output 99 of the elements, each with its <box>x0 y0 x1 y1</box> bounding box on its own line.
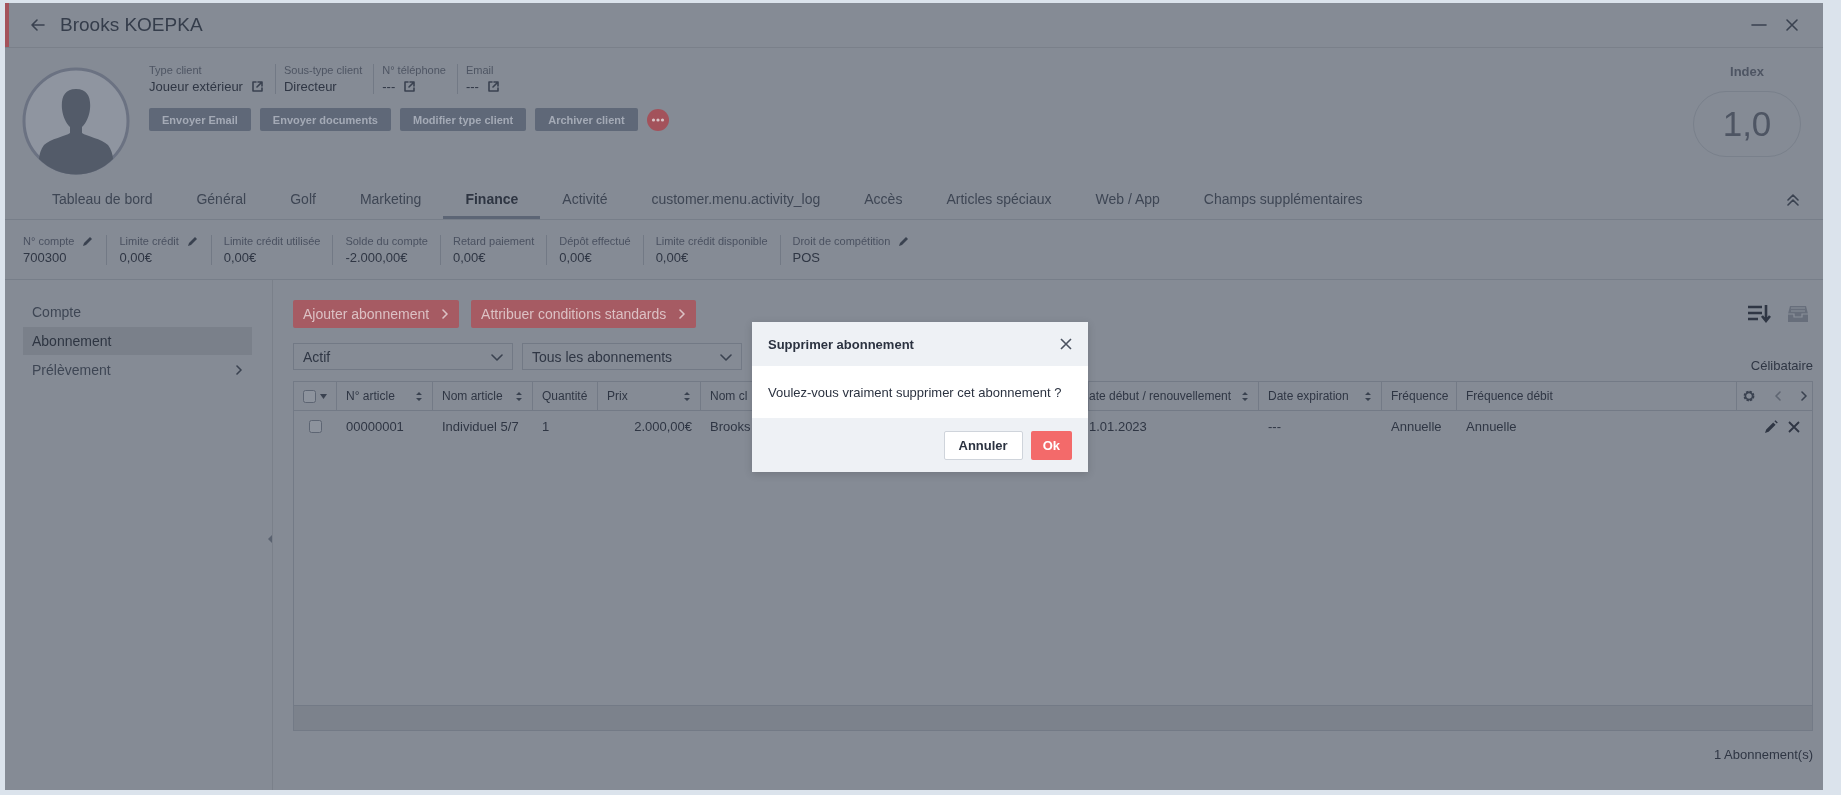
stat-value: 700300 <box>23 249 68 265</box>
tab[interactable]: Accès <box>842 181 925 219</box>
stat-value: 0,00€ <box>223 249 258 265</box>
stat-label: Droit de compétition <box>792 234 891 247</box>
column-header[interactable]: N° article <box>337 382 433 410</box>
column-header[interactable]: Prix <box>598 382 701 410</box>
tab[interactable]: Champs supplémentaires <box>1181 181 1385 219</box>
table-cell-text: Annuelle <box>1390 418 1443 436</box>
sidebar-item[interactable]: Compte <box>23 298 252 326</box>
field-value: --- <box>465 79 479 94</box>
table-cell-text: 1.01.2023 <box>1089 418 1148 436</box>
checkbox[interactable] <box>303 389 316 403</box>
action-button[interactable]: Attribuer conditions standards <box>471 300 697 328</box>
caret-down-icon[interactable] <box>320 393 327 399</box>
column-header[interactable]: Fréquence débit <box>1457 382 1736 410</box>
tab[interactable]: Général <box>174 181 269 219</box>
action-button[interactable]: Envoyer Email <box>149 108 251 131</box>
collapse-chevrons-icon[interactable] <box>1787 194 1799 206</box>
action-button[interactable]: Modifier type client <box>399 108 527 131</box>
tab[interactable]: Marketing <box>337 181 444 219</box>
settings-icon[interactable] <box>1741 389 1756 403</box>
more-dots-icon[interactable] <box>646 108 669 131</box>
table-cell-text: 2.000,00€ <box>633 418 693 436</box>
stat-value: 0,00€ <box>655 249 690 265</box>
pencil-icon[interactable] <box>186 234 199 247</box>
sort-icon <box>515 390 523 402</box>
external-link-icon[interactable] <box>250 80 264 93</box>
sort-icon <box>683 390 691 402</box>
pencil-icon[interactable] <box>82 234 95 247</box>
caret-down-icon <box>491 351 503 362</box>
dialog-button[interactable]: Ok <box>1030 430 1072 460</box>
column-header[interactable]: Quantité <box>533 382 598 410</box>
checkbox[interactable] <box>309 420 322 433</box>
column-header[interactable]: ate début / renouvellement <box>1089 382 1259 410</box>
table-cell-text: Annuelle <box>1465 418 1518 436</box>
stat-label: N° compte <box>23 234 75 247</box>
stat-value: 0,00€ <box>119 249 154 265</box>
stat-label: Limite crédit utilisée <box>223 234 321 247</box>
column-header[interactable]: Fréquence <box>1382 382 1457 410</box>
chevron-left-icon[interactable] <box>1773 391 1782 401</box>
sort-icon <box>1364 390 1372 402</box>
filter-dropdown[interactable]: Tous les abonnements <box>522 343 742 370</box>
close-icon[interactable] <box>1788 420 1800 433</box>
tab[interactable]: customer.menu.activity_log <box>629 181 843 219</box>
dialog-message: Voulez-vous vraiment supprimer cet abonnement ? <box>752 366 1088 418</box>
stat-value: POS <box>792 249 821 265</box>
record-count: 1 Abonnement(s) <box>1714 747 1813 762</box>
field-value: Joueur extérieur <box>149 79 243 94</box>
action-button[interactable]: Envoyer documents <box>259 108 391 131</box>
action-button[interactable]: Ajouter abonnement <box>293 300 460 328</box>
stat-value: -2.000,00€ <box>345 249 409 265</box>
table-cell-text: Individuel 5/7 <box>441 418 520 436</box>
avatar-silhouette-icon <box>22 67 130 175</box>
stat-value: 0,00€ <box>452 249 487 265</box>
external-link-icon[interactable] <box>403 80 417 93</box>
table-cell-text: Brooks <box>709 418 752 436</box>
status-label: Célibataire <box>1750 358 1813 373</box>
filter-dropdown[interactable]: Actif <box>293 343 513 370</box>
stat-label: Retard paiement <box>452 234 535 247</box>
stat-label: Limite crédit disponible <box>655 234 768 247</box>
chevron-right-icon[interactable] <box>1799 391 1808 401</box>
sort-icon <box>1241 390 1249 402</box>
close-icon[interactable] <box>1060 338 1072 350</box>
sidebar-item[interactable]: Prélèvement <box>23 356 252 384</box>
accent-bar <box>5 3 9 47</box>
sidebar-item[interactable]: Abonnement <box>23 327 252 355</box>
table-cell-text: --- <box>1267 418 1282 436</box>
column-header[interactable]: Nom article <box>433 382 533 410</box>
collapse-handle-icon[interactable] <box>268 535 273 543</box>
chevron-right-icon <box>678 309 687 319</box>
tab[interactable]: Finance <box>443 181 541 219</box>
close-icon[interactable] <box>1785 18 1799 32</box>
stat-value: 0,00€ <box>559 249 593 265</box>
stat-label: Dépôt effectué <box>559 234 631 247</box>
window-title: Brooks KOEPKA <box>60 14 203 36</box>
chevron-right-icon <box>235 365 243 375</box>
tab[interactable]: Activité <box>540 181 630 219</box>
chevron-right-icon <box>441 309 450 319</box>
stat-label: Solde du compte <box>345 234 428 247</box>
action-button[interactable]: Archiver client <box>535 108 638 131</box>
tab[interactable]: Golf <box>268 181 338 219</box>
stat-label: Limite crédit <box>119 234 179 247</box>
field-value: Directeur <box>283 79 337 94</box>
tab[interactable]: Web / App <box>1073 181 1182 219</box>
dialog-title: Supprimer abonnement <box>768 336 914 352</box>
pencil-icon[interactable] <box>1764 419 1778 434</box>
back-arrow-icon[interactable] <box>30 18 46 32</box>
dialog-button[interactable]: Annuler <box>943 430 1023 460</box>
table-cell-text: 00000001 <box>345 418 405 436</box>
tab[interactable]: Tableau de bord <box>30 181 175 219</box>
column-header[interactable]: Date expiration <box>1259 382 1382 410</box>
sort-list-icon[interactable] <box>1747 304 1771 324</box>
tab[interactable]: Articles spéciaux <box>924 181 1074 219</box>
external-link-icon[interactable] <box>486 80 500 93</box>
field-value: --- <box>382 79 396 94</box>
table-cell-text: 1 <box>541 418 551 436</box>
sort-icon <box>415 390 423 402</box>
caret-down-icon <box>720 351 732 362</box>
pencil-icon[interactable] <box>898 234 911 247</box>
